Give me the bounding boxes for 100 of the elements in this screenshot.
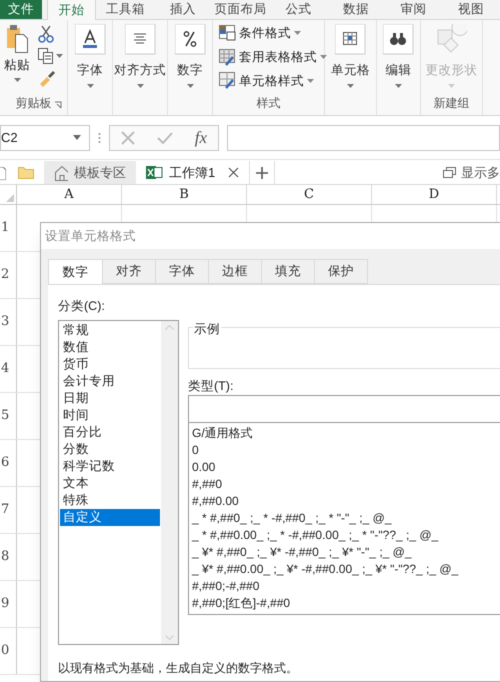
description-text: 以现有格式为基础，生成自定义的数字格式。 bbox=[58, 661, 298, 676]
format-item[interactable]: _ ¥* #,##0_ ;_ ¥* -#,##0_ ;_ ¥* "-"_ ;_ @_ bbox=[192, 544, 500, 561]
insert-function-button[interactable]: fx bbox=[194, 124, 208, 150]
caret-icon bbox=[347, 84, 354, 88]
row-header[interactable]: 1 bbox=[1, 218, 10, 238]
home-icon bbox=[54, 164, 68, 180]
type-input[interactable] bbox=[188, 395, 500, 423]
formula-input[interactable] bbox=[227, 124, 500, 150]
ribbon-button[interactable]: 套用表格格式 bbox=[219, 48, 327, 66]
format-item[interactable]: 0.00 bbox=[192, 459, 500, 476]
category-item[interactable]: 日期 bbox=[60, 390, 160, 407]
format-item[interactable]: _ ¥* #,##0.00_ ;_ ¥* -#,##0.00_ ;_ ¥* "-"??_ ;_ @_ bbox=[192, 561, 500, 578]
format-painter-icon[interactable] bbox=[38, 69, 56, 87]
table-brush-icon bbox=[219, 48, 236, 66]
ribbon-tab[interactable]: 工具箱 bbox=[96, 0, 154, 19]
category-item[interactable]: 文本 bbox=[60, 475, 160, 492]
column-header[interactable]: C bbox=[247, 185, 372, 204]
format-item[interactable]: #,##0;[红色]-#,##0 bbox=[192, 595, 500, 612]
row-header[interactable]: 4 bbox=[1, 359, 10, 379]
table-icon bbox=[335, 24, 366, 55]
new-tab-button[interactable] bbox=[249, 161, 275, 184]
column-header[interactable]: B bbox=[122, 185, 247, 204]
category-item[interactable]: 会计专用 bbox=[60, 373, 160, 390]
category-item[interactable]: 数值 bbox=[60, 339, 160, 356]
file-menu[interactable]: 文件 bbox=[0, 0, 42, 19]
dialog-tab[interactable]: 字体 bbox=[155, 259, 209, 284]
group-label: 剪贴板 bbox=[14, 95, 52, 112]
category-item[interactable]: 自定义 bbox=[60, 509, 160, 526]
ribbon-tab[interactable]: 插入 bbox=[154, 0, 212, 19]
row-header[interactable]: 5 bbox=[1, 406, 10, 426]
dialog-tab[interactable]: 边框 bbox=[208, 259, 262, 284]
copy-icon[interactable] bbox=[38, 48, 53, 64]
category-item[interactable]: 分数 bbox=[60, 441, 160, 458]
category-item[interactable]: 时间 bbox=[60, 407, 160, 424]
more-icon[interactable] bbox=[98, 132, 101, 144]
ribbon-button[interactable]: 字体 bbox=[74, 24, 106, 92]
format-item[interactable]: 0 bbox=[192, 442, 500, 459]
ribbon-tab[interactable]: 视图 bbox=[442, 0, 500, 19]
name-box[interactable]: C2 bbox=[0, 124, 90, 150]
ribbon-tab[interactable]: 页面布局 bbox=[212, 0, 270, 19]
ribbon-button[interactable]: 数字 bbox=[174, 24, 206, 92]
caret-icon bbox=[186, 84, 194, 88]
format-item[interactable]: _ * #,##0_ ;_ * -#,##0_ ;_ * "-"_ ;_ @_ bbox=[192, 510, 500, 527]
column-header[interactable]: D bbox=[372, 185, 497, 204]
dialog-tab[interactable]: 数字 bbox=[48, 259, 103, 285]
type-label: 类型(T): bbox=[188, 378, 234, 395]
ribbon-tab[interactable]: 公式 bbox=[269, 0, 328, 19]
document-tab[interactable]: 模板专区 bbox=[44, 161, 136, 184]
row-header[interactable]: 7 bbox=[1, 500, 10, 520]
dialog-launcher-icon[interactable] bbox=[54, 101, 62, 109]
cell-reference: C2 bbox=[1, 128, 18, 147]
caret-icon bbox=[307, 78, 314, 83]
row-header[interactable]: 8 bbox=[1, 547, 10, 567]
group-label: 新建组 bbox=[433, 95, 470, 112]
format-item[interactable]: #,##0.00 bbox=[192, 493, 500, 510]
format-item[interactable]: G/通用格式 bbox=[192, 425, 500, 442]
ribbon-tab[interactable]: 数据 bbox=[327, 0, 385, 19]
category-item[interactable]: 百分比 bbox=[60, 424, 160, 441]
font-color-icon bbox=[74, 24, 106, 55]
check-icon[interactable] bbox=[156, 132, 173, 144]
align-icon bbox=[124, 24, 156, 55]
dialog-tab[interactable]: 对齐 bbox=[102, 259, 156, 284]
ribbon-button[interactable]: 单元格样式 bbox=[219, 72, 314, 90]
ribbon-tab[interactable]: 开始 bbox=[46, 0, 96, 20]
format-item[interactable]: #,##0;-#,##0 bbox=[192, 578, 500, 595]
show-more-button[interactable]: 显示多 bbox=[443, 161, 500, 184]
ribbon-button[interactable]: 对齐方式 bbox=[114, 24, 166, 92]
category-item[interactable]: 常规 bbox=[60, 322, 160, 339]
category-item[interactable]: 科学记数 bbox=[60, 458, 160, 475]
dialog-tab[interactable]: 保护 bbox=[314, 259, 368, 284]
ribbon-button[interactable]: 编辑 bbox=[383, 24, 414, 92]
column-header[interactable]: A bbox=[17, 185, 122, 204]
caret-icon bbox=[56, 54, 63, 58]
type-list[interactable] bbox=[188, 422, 500, 615]
folder-icon[interactable] bbox=[18, 166, 34, 179]
row-header[interactable]: 6 bbox=[1, 453, 10, 473]
row-header[interactable]: 0 bbox=[1, 641, 10, 661]
excel-file-icon bbox=[146, 165, 163, 180]
row-header[interactable]: 3 bbox=[1, 312, 10, 332]
category-label: 分类(C): bbox=[58, 298, 105, 315]
ribbon-tab[interactable]: 审阅 bbox=[384, 0, 442, 19]
row-header[interactable]: 9 bbox=[1, 594, 10, 614]
caret-icon bbox=[294, 31, 301, 36]
scissors-icon[interactable] bbox=[38, 26, 54, 43]
category-list[interactable]: 常规 数值 货币 会计专用 日期 时间 百分比 分数 科学记数 文本 特殊 自定义 bbox=[58, 320, 179, 645]
cancel-icon[interactable] bbox=[120, 130, 135, 144]
ribbon-button[interactable]: 单元格 bbox=[331, 24, 370, 92]
format-item[interactable]: #,##0 bbox=[192, 476, 500, 493]
category-item[interactable]: 货币 bbox=[60, 356, 160, 373]
category-item[interactable]: 特殊 bbox=[60, 492, 160, 509]
paste-button[interactable]: 粘贴 bbox=[4, 24, 30, 92]
caret-icon bbox=[86, 84, 94, 88]
format-item[interactable]: _ * #,##0.00_ ;_ * -#,##0.00_ ;_ * "-"??_ ;_ @_ bbox=[192, 527, 500, 544]
dialog-title: 设置单元格格式 bbox=[41, 223, 500, 249]
dialog-tab[interactable]: 填充 bbox=[261, 259, 315, 284]
ribbon-button[interactable]: 条件格式 bbox=[219, 24, 301, 43]
close-icon[interactable] bbox=[228, 167, 239, 178]
row-header[interactable]: 2 bbox=[1, 265, 10, 285]
document-icon[interactable] bbox=[0, 167, 6, 180]
select-all-icon[interactable] bbox=[6, 194, 14, 202]
